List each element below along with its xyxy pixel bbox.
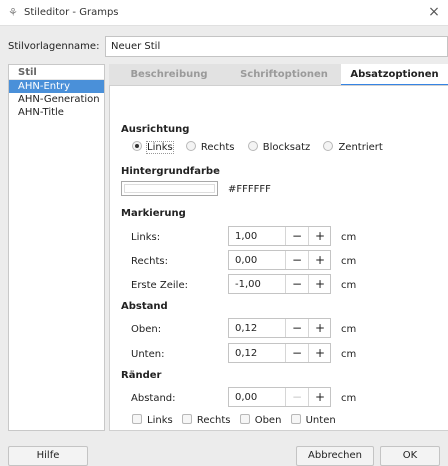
minus-icon[interactable]: − (285, 251, 308, 269)
ok-button[interactable]: OK (380, 446, 440, 466)
plus-icon[interactable]: + (308, 227, 331, 245)
spacing-top-value[interactable]: 0,12 (235, 323, 257, 334)
radio-icon (185, 141, 196, 151)
title-bar: ⚘ Stileditor - Gramps × (0, 0, 448, 26)
tab-bar: Beschreibung Schriftoptionen Absatzoptio… (109, 64, 448, 86)
gramps-icon: ⚘ (8, 6, 18, 19)
minus-icon[interactable]: − (285, 227, 308, 245)
unit-label: cm (341, 280, 357, 291)
indent-left-label: Links: (131, 232, 161, 243)
help-button[interactable]: Hilfe (8, 446, 88, 466)
spacing-bottom-spinbutton: 0,12 − + (228, 343, 331, 363)
radio-align-left[interactable]: Links (132, 141, 174, 154)
style-list-item[interactable]: AHN-Title (9, 106, 104, 119)
style-name-input[interactable]: Neuer Stil (105, 36, 448, 57)
close-icon[interactable]: × (426, 4, 442, 20)
background-color-heading: Hintergrundfarbe (121, 166, 220, 177)
checkbox-border-left[interactable]: Links (132, 414, 173, 426)
unit-label: cm (341, 324, 357, 335)
border-padding-label: Abstand: (131, 393, 176, 404)
indent-first-line-value[interactable]: -1,00 (235, 279, 261, 290)
borders-heading: Ränder (121, 370, 162, 381)
style-list: Stil AHN-Entry AHN-Generation AHN-Title (8, 64, 105, 431)
checkbox-border-right[interactable]: Rechts (181, 414, 231, 426)
style-name-label: Stilvorlagenname: (8, 41, 100, 52)
border-padding-value[interactable]: 0,00 (235, 392, 257, 403)
indent-right-label: Rechts: (131, 256, 168, 267)
checkbox-border-bottom[interactable]: Unten (290, 414, 336, 426)
indent-right-value[interactable]: 0,00 (235, 255, 257, 266)
radio-align-right[interactable]: Rechts (185, 141, 235, 153)
background-color-value: #FFFFFF (228, 184, 271, 195)
spacing-bottom-value[interactable]: 0,12 (235, 348, 257, 359)
radio-icon (132, 141, 142, 151)
unit-label: cm (341, 349, 357, 360)
style-list-item[interactable]: AHN-Entry (9, 80, 104, 93)
plus-icon[interactable]: + (308, 319, 331, 337)
plus-icon[interactable]: + (308, 275, 331, 293)
checkbox-border-top[interactable]: Oben (239, 414, 281, 426)
alignment-radio-group: Links Rechts Blocksatz Zentriert (132, 141, 393, 154)
radio-align-center[interactable]: Zentriert (323, 141, 383, 153)
indent-left-value[interactable]: 1,00 (235, 231, 257, 242)
spacing-top-spinbutton: 0,12 − + (228, 318, 331, 338)
spacing-heading: Abstand (121, 301, 168, 312)
indent-first-line-spinbutton: -1,00 − + (228, 274, 331, 294)
checkbox-icon (181, 414, 192, 424)
plus-icon[interactable]: + (308, 251, 331, 269)
minus-icon[interactable]: − (285, 275, 308, 293)
border-padding-spinbutton: 0,00 − + (228, 387, 331, 407)
plus-icon[interactable]: + (308, 388, 331, 406)
alignment-heading: Ausrichtung (121, 124, 190, 135)
radio-icon (323, 141, 334, 151)
unit-label: cm (341, 256, 357, 267)
plus-icon[interactable]: + (308, 344, 331, 362)
indent-heading: Markierung (121, 208, 186, 219)
style-list-header[interactable]: Stil (9, 65, 104, 80)
radio-icon (247, 141, 258, 151)
border-checkbox-group: Links Rechts Oben Unten (132, 414, 342, 426)
tab-description[interactable]: Beschreibung (119, 64, 219, 86)
minus-icon[interactable]: − (285, 319, 308, 337)
background-color-button[interactable] (121, 181, 218, 196)
minus-icon[interactable]: − (285, 344, 308, 362)
unit-label: cm (341, 393, 357, 404)
checkbox-icon (290, 414, 301, 424)
tab-paragraph-options[interactable]: Absatzoptionen (341, 64, 448, 86)
unit-label: cm (341, 232, 357, 243)
indent-right-spinbutton: 0,00 − + (228, 250, 331, 270)
indent-first-line-label: Erste Zeile: (131, 280, 188, 291)
checkbox-icon (132, 414, 142, 424)
radio-align-justify[interactable]: Blocksatz (247, 141, 310, 153)
indent-left-spinbutton: 1,00 − + (228, 226, 331, 246)
spacing-top-label: Oben: (131, 324, 162, 335)
tab-font-options[interactable]: Schriftoptionen (229, 64, 339, 86)
style-list-item[interactable]: AHN-Generation (9, 93, 104, 106)
spacing-bottom-label: Unten: (131, 349, 165, 360)
cancel-button[interactable]: Abbrechen (296, 446, 374, 466)
minus-icon[interactable]: − (285, 388, 308, 406)
checkbox-icon (239, 414, 250, 424)
window-title: Stileditor - Gramps (24, 7, 119, 18)
